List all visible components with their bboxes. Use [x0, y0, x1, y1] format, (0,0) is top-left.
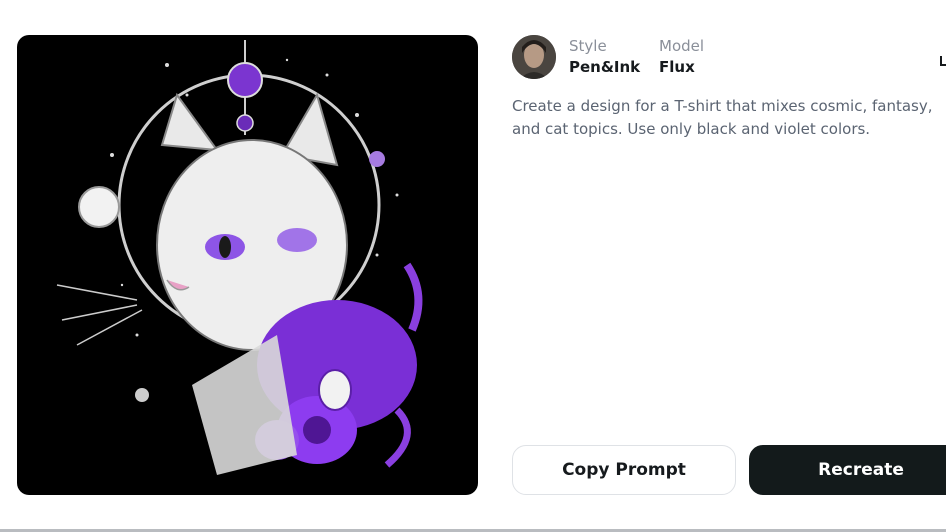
style-label: Style	[569, 37, 607, 55]
avatar-portrait-icon	[512, 35, 556, 79]
violet-planet	[369, 151, 385, 167]
small-planet	[135, 388, 149, 402]
recreate-button[interactable]: Recreate	[749, 445, 946, 495]
style-value: Pen&Ink	[569, 58, 641, 76]
top-ornament	[227, 40, 263, 135]
copy-prompt-button[interactable]: Copy Prompt	[512, 445, 736, 495]
model-label: Model	[659, 37, 705, 55]
creator-avatar[interactable]	[512, 35, 556, 79]
model-value: Flux	[659, 58, 695, 76]
generated-image[interactable]	[17, 35, 478, 495]
cutoff-icon	[940, 56, 946, 66]
clock-ornament	[78, 186, 120, 228]
cat-artwork	[56, 40, 423, 475]
prompt-text: Create a design for a T-shirt that mixes…	[512, 97, 933, 138]
